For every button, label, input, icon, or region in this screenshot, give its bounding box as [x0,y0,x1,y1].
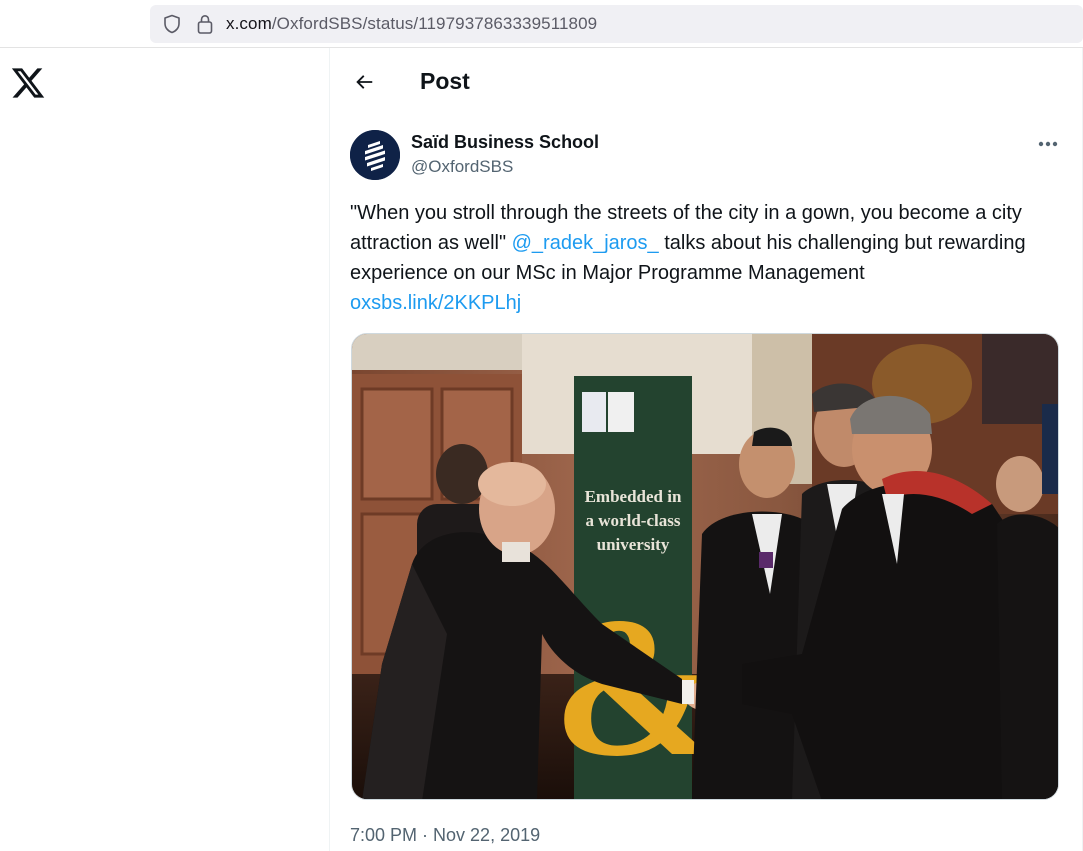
shield-icon[interactable] [162,14,182,34]
mention-link[interactable]: @_radek_jaros_ [512,232,659,254]
graduation-photo: Embedded in a world-class university & [352,334,1058,799]
post-timestamp[interactable]: 7:00 PM · Nov 22, 2019 [350,825,540,846]
primary-column: Post Saïd Business School @OxfordSBS "Wh… [329,48,1083,851]
browser-toolbar: x.com/OxfordSBS/status/11979378633395118… [0,0,1083,48]
banner-line3: university [597,535,670,554]
page-title: Post [420,68,470,94]
sbs-logo-icon [350,130,400,180]
post-header: Post [330,48,1082,116]
banner-line1: Embedded in [585,487,682,506]
address-bar[interactable]: x.com/OxfordSBS/status/11979378633395118… [150,5,1083,43]
more-options-button[interactable] [1030,130,1066,158]
tweet-url-link[interactable]: oxsbs.link/2KKPLhj [350,292,521,314]
url-path: /OxfordSBS/status/1197937863339511809 [271,14,598,33]
avatar[interactable] [350,130,400,180]
url-host: x.com [226,14,272,33]
arrow-left-icon [356,75,373,89]
lock-icon[interactable] [195,13,215,35]
tweet-text: "When you stroll through the streets of … [350,198,1062,318]
tweet-photo[interactable]: Embedded in a world-class university & [351,333,1059,800]
author-handle[interactable]: @OxfordSBS [411,157,513,177]
back-button[interactable] [346,64,382,100]
author-display-name[interactable]: Saïd Business School [411,132,599,153]
url-text[interactable]: x.com/OxfordSBS/status/11979378633395118… [226,14,597,34]
more-dots-icon [1038,141,1058,147]
banner-line2: a world-class [586,511,681,530]
x-logo-icon[interactable] [10,65,46,101]
